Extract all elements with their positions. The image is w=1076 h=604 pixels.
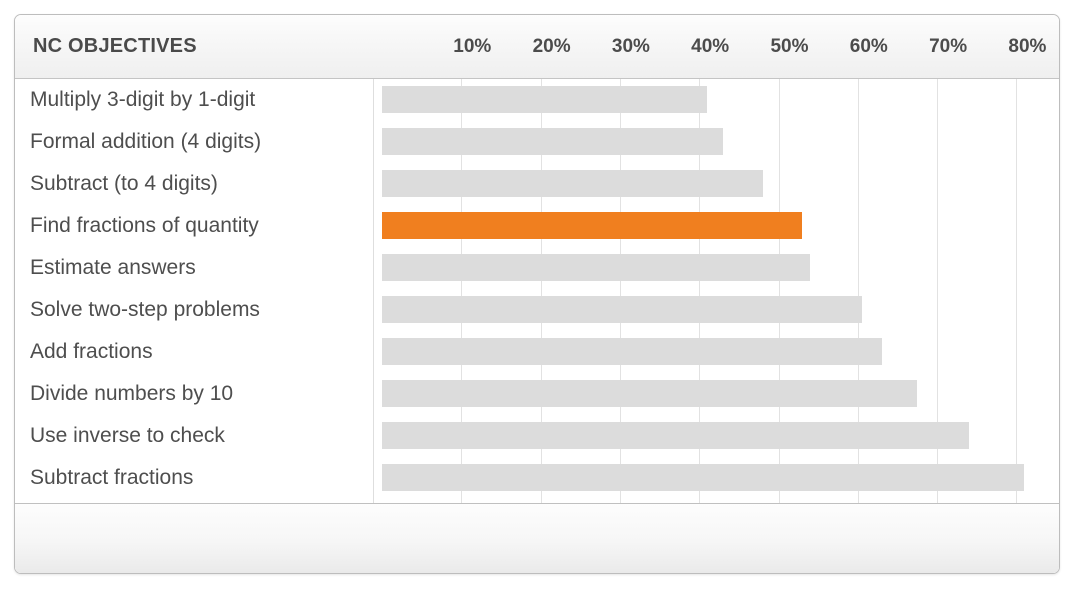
bar[interactable] [382,338,882,365]
chart-row[interactable]: Subtract fractions [30,457,1059,499]
chart-page: NC OBJECTIVES 10% 20% 30% 40% 50% 60% 70% 80% M… [0,0,1076,604]
objective-label: Solve two-step problems [30,298,260,321]
chart-row[interactable]: Formal addition (4 digits) [30,121,1059,163]
chart-row[interactable]: Find fractions of quantity [30,205,1059,247]
bar-highlighted[interactable] [382,212,803,239]
chart-panel: NC OBJECTIVES 10% 20% 30% 40% 50% 60% 70% 80% M… [14,14,1060,574]
plot-area: Multiply 3-digit by 1-digit Formal additi… [30,79,1059,523]
x-axis-tick-label: 80% [1008,36,1047,57]
page-title: NC OBJECTIVES [33,35,197,57]
bar[interactable] [382,128,723,155]
x-axis-tick-label: 30% [611,36,650,57]
x-axis-tick-label: 60% [849,36,888,57]
objective-label: Subtract fractions [30,466,194,489]
chart-row[interactable]: Estimate answers [30,247,1059,289]
chart-body: Multiply 3-digit by 1-digit Formal additi… [15,79,1059,573]
x-axis-ticks: 10% 20% 30% 40% 50% 60% 70% 80% [374,15,1059,78]
bar-rows: Multiply 3-digit by 1-digit Formal additi… [30,79,1059,523]
bar[interactable] [382,296,862,323]
chart-row[interactable]: Add fractions [30,331,1059,373]
bar[interactable] [382,86,708,113]
chart-header: NC OBJECTIVES 10% 20% 30% 40% 50% 60% 70% 80% [15,15,1059,79]
bar[interactable] [382,254,811,281]
x-axis-tick-label: 10% [453,36,492,57]
objective-label: Multiply 3-digit by 1-digit [30,88,256,111]
objective-label: Divide numbers by 10 [30,382,234,405]
chart-row[interactable]: Divide numbers by 10 [30,373,1059,415]
bar[interactable] [382,380,918,407]
objective-label: Subtract (to 4 digits) [30,172,218,195]
chart-row[interactable]: Use inverse to check [30,415,1059,457]
x-axis-tick-label: 40% [691,36,730,57]
chart-row[interactable]: Solve two-step problems [30,289,1059,331]
bar[interactable] [382,422,969,449]
objective-label: Add fractions [30,340,153,363]
objective-label: Formal addition (4 digits) [30,130,262,153]
objective-label: Find fractions of quantity [30,214,259,237]
x-axis-tick-label: 50% [770,36,809,57]
chart-footer [15,503,1059,573]
bar[interactable] [382,464,1025,491]
chart-row[interactable]: Multiply 3-digit by 1-digit [30,79,1059,121]
objective-label: Use inverse to check [30,424,225,447]
x-axis-tick-label: 20% [532,36,571,57]
chart-row[interactable]: Subtract (to 4 digits) [30,163,1059,205]
bar[interactable] [382,170,763,197]
objective-label: Estimate answers [30,256,196,279]
x-axis-tick-label: 70% [929,36,968,57]
